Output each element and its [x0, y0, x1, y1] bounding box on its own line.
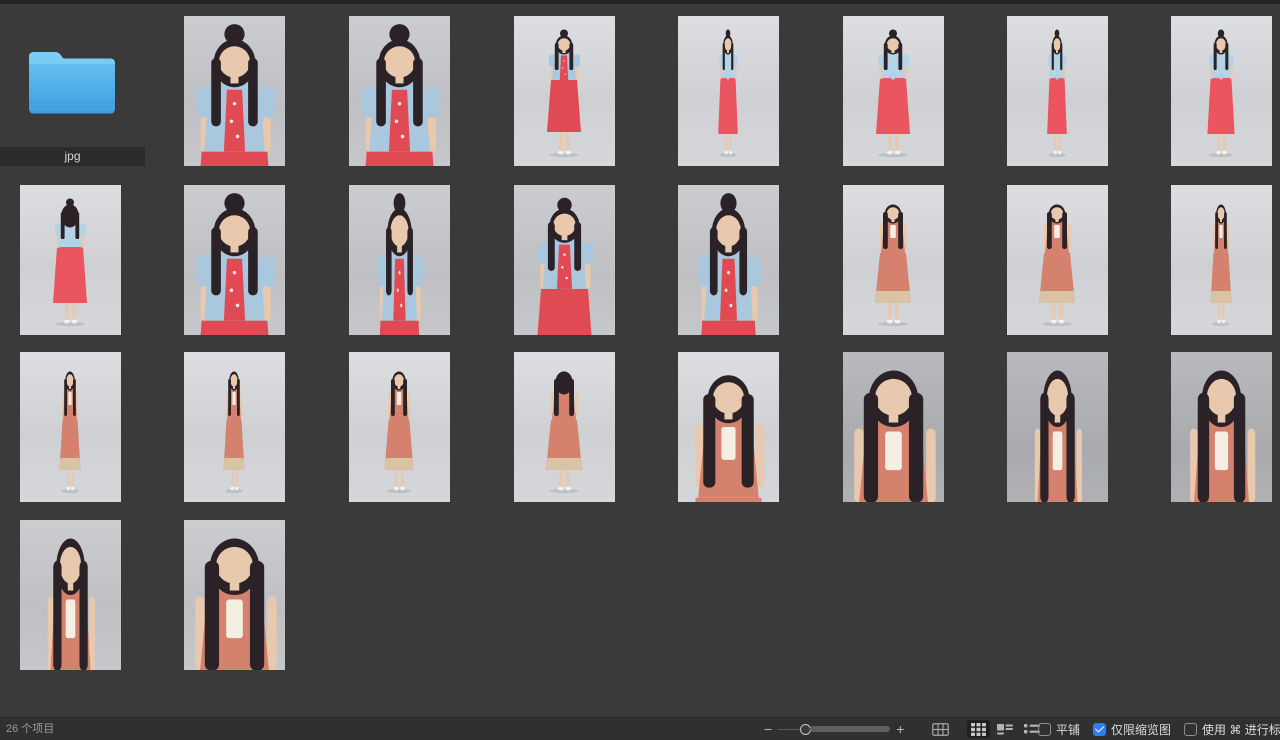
- photo-thumbnail[interactable]: [1007, 352, 1108, 502]
- photo-thumbnail[interactable]: [843, 185, 944, 335]
- thumbnail-size-slider[interactable]: [778, 718, 890, 740]
- list-thumbnail-view-button[interactable]: [993, 720, 1017, 738]
- photo-thumbnail[interactable]: [1007, 16, 1108, 166]
- model-photo-figure: [514, 16, 615, 166]
- unchecked-checkbox-icon[interactable]: [1184, 723, 1197, 736]
- checked-checkbox-icon[interactable]: [1093, 723, 1106, 736]
- checkbox-label: 使用 ⌘ 进行标记和评级: [1202, 721, 1280, 738]
- photo-thumbnail[interactable]: [184, 352, 285, 502]
- photo-thumbnail[interactable]: [184, 185, 285, 335]
- model-photo-figure: [20, 185, 121, 335]
- file-browser-window: jpg 26 个项目 − +: [0, 0, 1280, 740]
- model-photo-figure: [349, 16, 450, 166]
- model-photo-figure: [349, 185, 450, 335]
- view-mode-buttons: [928, 718, 1044, 740]
- model-photo-figure: [184, 520, 285, 670]
- grid-view-icon: [971, 723, 986, 736]
- slider-track-right: [810, 726, 890, 732]
- table-view-button[interactable]: [928, 720, 953, 738]
- model-photo-figure: [843, 352, 944, 502]
- photo-thumbnail[interactable]: [678, 185, 779, 335]
- photo-thumbnail[interactable]: [1171, 16, 1272, 166]
- model-photo-figure: [20, 520, 121, 670]
- checkbox-label: 仅限缩览图: [1111, 721, 1171, 738]
- model-photo-figure: [1171, 16, 1272, 166]
- model-photo-figure: [349, 352, 450, 502]
- status-bar: 26 个项目 − +: [0, 717, 1280, 740]
- photo-thumbnail[interactable]: [349, 352, 450, 502]
- model-photo-figure: [514, 352, 615, 502]
- photo-thumbnail[interactable]: [20, 185, 121, 335]
- list-thumbnail-view-icon: [997, 723, 1013, 735]
- photo-thumbnail[interactable]: [184, 520, 285, 670]
- model-photo-figure: [1171, 185, 1272, 335]
- folder-name-label: jpg: [0, 147, 145, 166]
- model-photo-figure: [514, 185, 615, 335]
- folder-item[interactable]: jpg: [0, 16, 145, 166]
- thumbnail-zoom-control: − +: [758, 718, 910, 740]
- model-photo-figure: [184, 352, 285, 502]
- photo-thumbnail[interactable]: [1171, 352, 1272, 502]
- photo-thumbnail[interactable]: [1171, 185, 1272, 335]
- model-photo-figure: [1007, 352, 1108, 502]
- model-photo-figure: [1007, 185, 1108, 335]
- option-checkbox[interactable]: 仅限缩览图: [1093, 721, 1171, 738]
- checkbox-label: 平铺: [1056, 721, 1080, 738]
- model-photo-figure: [678, 16, 779, 166]
- model-photo-figure: [678, 185, 779, 335]
- photo-thumbnail[interactable]: [678, 16, 779, 166]
- display-option-checkboxes: 平铺 仅限缩览图 使用 ⌘ 进行标记和评级: [1038, 718, 1280, 740]
- photo-thumbnail[interactable]: [20, 520, 121, 670]
- photo-thumbnail[interactable]: [1007, 185, 1108, 335]
- model-photo-figure: [184, 185, 285, 335]
- model-photo-figure: [20, 352, 121, 502]
- model-photo-figure: [678, 352, 779, 502]
- zoom-out-button[interactable]: −: [758, 718, 778, 740]
- option-checkbox[interactable]: 平铺: [1038, 721, 1080, 738]
- table-grid-icon: [932, 723, 949, 736]
- unchecked-checkbox-icon[interactable]: [1038, 723, 1051, 736]
- photo-thumbnail[interactable]: [349, 185, 450, 335]
- model-photo-figure: [843, 16, 944, 166]
- model-photo-figure: [1171, 352, 1272, 502]
- zoom-in-button[interactable]: +: [890, 718, 910, 740]
- photo-thumbnail[interactable]: [514, 16, 615, 166]
- item-count: 26 个项目: [6, 718, 54, 740]
- photo-thumbnail[interactable]: [20, 352, 121, 502]
- model-photo-figure: [843, 185, 944, 335]
- option-checkbox[interactable]: 使用 ⌘ 进行标记和评级: [1184, 721, 1280, 738]
- photo-thumbnail[interactable]: [514, 352, 615, 502]
- model-photo-figure: [1007, 16, 1108, 166]
- folder-icon: [22, 40, 122, 122]
- model-photo-figure: [184, 16, 285, 166]
- photo-thumbnail[interactable]: [843, 16, 944, 166]
- photo-thumbnail[interactable]: [843, 352, 944, 502]
- photo-thumbnail[interactable]: [184, 16, 285, 166]
- thumbnail-grid: jpg: [0, 0, 1280, 717]
- photo-thumbnail[interactable]: [349, 16, 450, 166]
- photo-thumbnail[interactable]: [514, 185, 615, 335]
- photo-thumbnail[interactable]: [678, 352, 779, 502]
- grid-view-button[interactable]: [967, 720, 990, 738]
